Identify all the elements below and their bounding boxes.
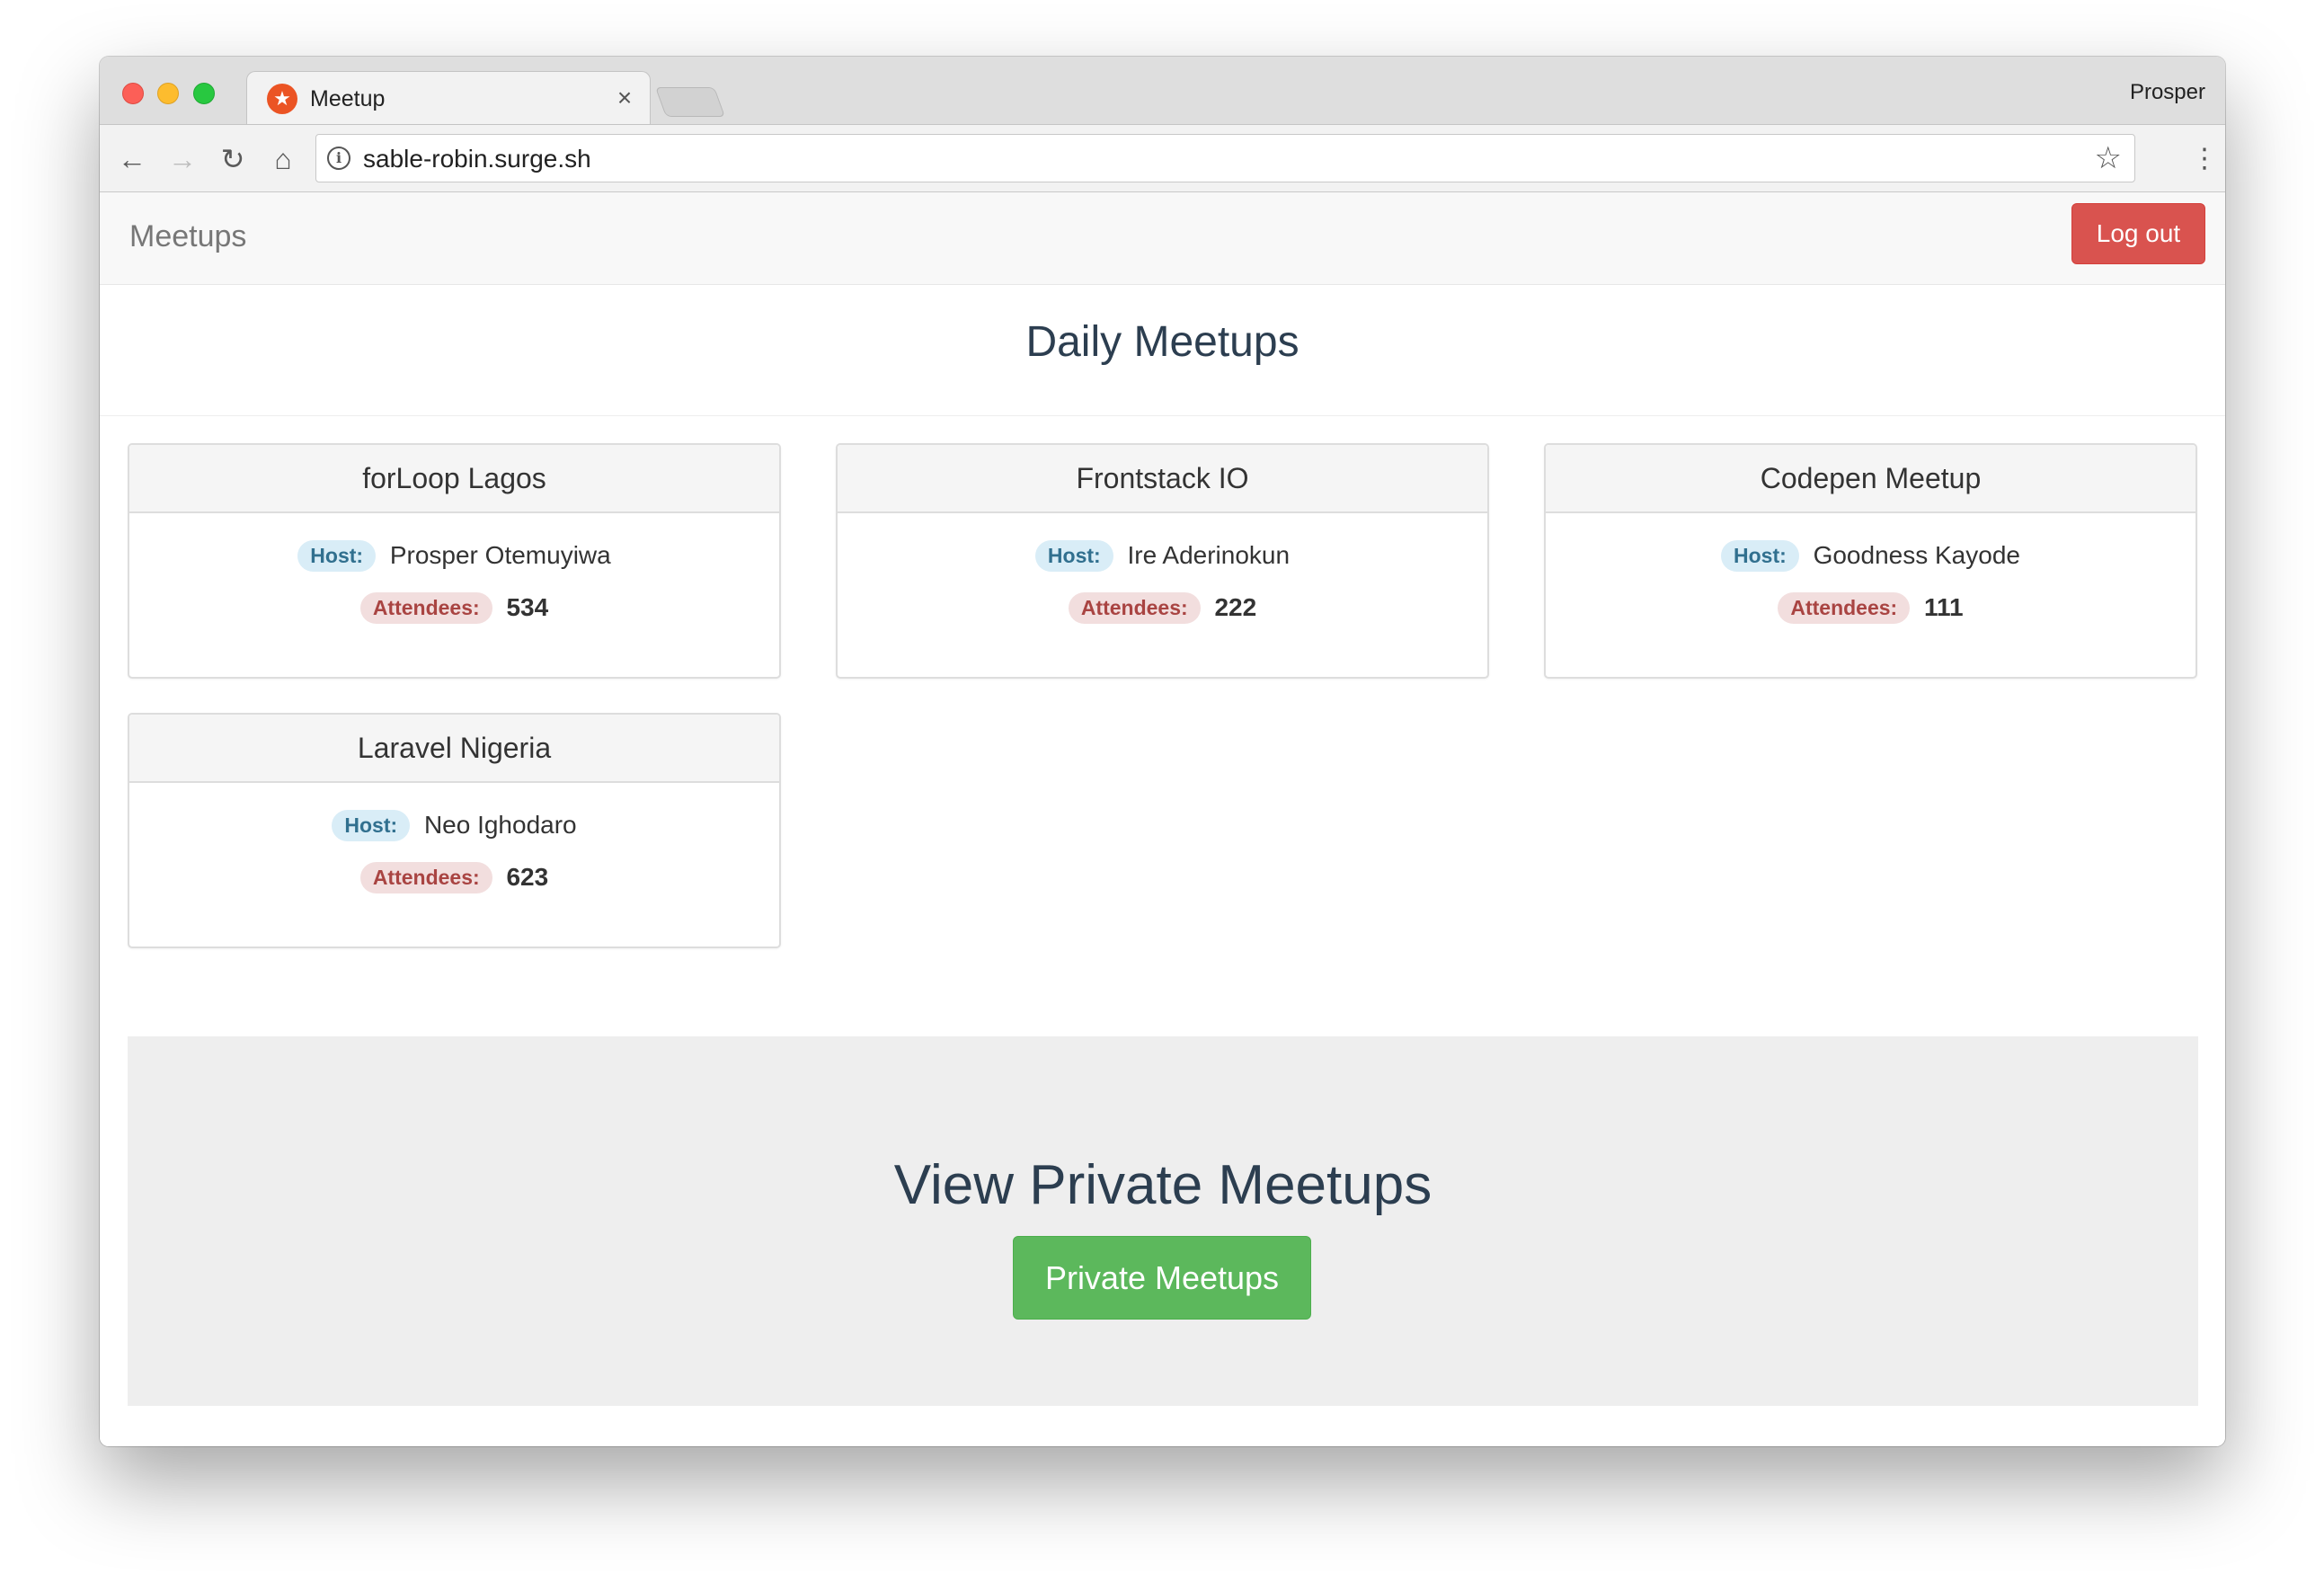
profile-name[interactable]: Prosper xyxy=(2130,80,2205,105)
meetup-name: Laravel Nigeria xyxy=(129,715,779,783)
meetup-card: forLoop Lagos Host: Prosper Otemuyiwa At… xyxy=(128,443,781,679)
meetup-name: Codepen Meetup xyxy=(1546,445,2195,513)
attendees-count: 222 xyxy=(1214,593,1257,621)
host-row: Host: Ire Aderinokun xyxy=(838,540,1487,592)
app-navbar: Meetups Log out xyxy=(100,192,2225,285)
host-row: Host: Prosper Otemuyiwa xyxy=(129,540,779,592)
reload-icon[interactable]: ↻ xyxy=(215,141,251,177)
meetup-details: Host: Goodness Kayode Attendees: 111 xyxy=(1546,513,2195,644)
page-header: Daily Meetups xyxy=(100,285,2225,416)
host-label: Host: xyxy=(332,810,411,841)
meetup-details: Host: Prosper Otemuyiwa Attendees: 534 xyxy=(129,513,779,644)
bookmark-star-icon[interactable]: ☆ xyxy=(2095,140,2122,176)
meetup-name: forLoop Lagos xyxy=(129,445,779,513)
new-tab-button[interactable] xyxy=(654,87,726,117)
browser-window: ★ Meetup × Prosper ← → ↻ ⌂ i sable-robin… xyxy=(100,57,2225,1446)
window-minimize-button[interactable] xyxy=(157,83,179,104)
attendees-label: Attendees: xyxy=(359,592,492,624)
tab-title: Meetup xyxy=(310,86,386,111)
browser-toolbar: ← → ↻ ⌂ i sable-robin.surge.sh ☆ ⋮ xyxy=(100,124,2225,192)
host-name: Ire Aderinokun xyxy=(1127,541,1291,569)
page-title: Daily Meetups xyxy=(1025,318,1299,366)
attendees-row: Attendees: 534 xyxy=(129,592,779,644)
meetup-name: Frontstack IO xyxy=(838,445,1487,513)
back-arrow-icon[interactable]: ← xyxy=(114,141,150,177)
host-name: Goodness Kayode xyxy=(1813,541,2020,569)
host-label: Host: xyxy=(1721,540,1799,572)
tab-close-icon[interactable]: × xyxy=(610,83,639,113)
forward-arrow-icon[interactable]: → xyxy=(164,141,200,177)
meetup-cards: forLoop Lagos Host: Prosper Otemuyiwa At… xyxy=(128,443,2198,982)
auth0-star-icon: ★ xyxy=(267,84,297,114)
meetup-card: Codepen Meetup Host: Goodness Kayode Att… xyxy=(1544,443,2197,679)
attendees-label: Attendees: xyxy=(1068,592,1201,624)
meetup-details: Host: Ire Aderinokun Attendees: 222 xyxy=(838,513,1487,644)
address-bar[interactable]: i sable-robin.surge.sh ☆ xyxy=(315,134,2135,182)
attendees-row: Attendees: 623 xyxy=(129,862,779,914)
navbar-brand[interactable]: Meetups xyxy=(129,219,246,254)
attendees-label: Attendees: xyxy=(359,862,492,893)
host-row: Host: Neo Ighodaro xyxy=(129,810,779,862)
host-row: Host: Goodness Kayode xyxy=(1546,540,2195,592)
private-meetups-jumbotron: View Private Meetups Private Meetups xyxy=(128,1036,2198,1406)
page-content: Meetups Log out Daily Meetups forLoop La… xyxy=(100,192,2225,1446)
attendees-row: Attendees: 111 xyxy=(1546,592,2195,644)
host-name: Prosper Otemuyiwa xyxy=(389,541,611,569)
private-meetups-button[interactable]: Private Meetups xyxy=(1013,1236,1311,1320)
info-icon[interactable]: i xyxy=(327,147,350,170)
logout-button[interactable]: Log out xyxy=(2071,203,2205,264)
attendees-count: 111 xyxy=(1924,593,1964,621)
host-label: Host: xyxy=(1034,540,1113,572)
window-close-button[interactable] xyxy=(122,83,144,104)
host-name: Neo Ighodaro xyxy=(423,811,577,839)
window-maximize-button[interactable] xyxy=(193,83,215,104)
browser-tab-active[interactable]: ★ Meetup × xyxy=(246,71,651,125)
attendees-count: 534 xyxy=(506,593,549,621)
attendees-label: Attendees: xyxy=(1778,592,1911,624)
meetup-card: Laravel Nigeria Host: Neo Ighodaro Atten… xyxy=(128,713,781,948)
url-text[interactable]: sable-robin.surge.sh xyxy=(363,145,591,173)
kebab-menu-icon[interactable]: ⋮ xyxy=(2191,139,2218,179)
attendees-row: Attendees: 222 xyxy=(838,592,1487,644)
home-icon[interactable]: ⌂ xyxy=(265,141,301,177)
meetup-details: Host: Neo Ighodaro Attendees: 623 xyxy=(129,783,779,914)
title-bar: ★ Meetup × Prosper xyxy=(100,57,2225,125)
attendees-count: 623 xyxy=(506,863,549,891)
host-label: Host: xyxy=(297,540,377,572)
meetup-card: Frontstack IO Host: Ire Aderinokun Atten… xyxy=(836,443,1489,679)
private-meetups-heading: View Private Meetups xyxy=(893,1154,1433,1216)
